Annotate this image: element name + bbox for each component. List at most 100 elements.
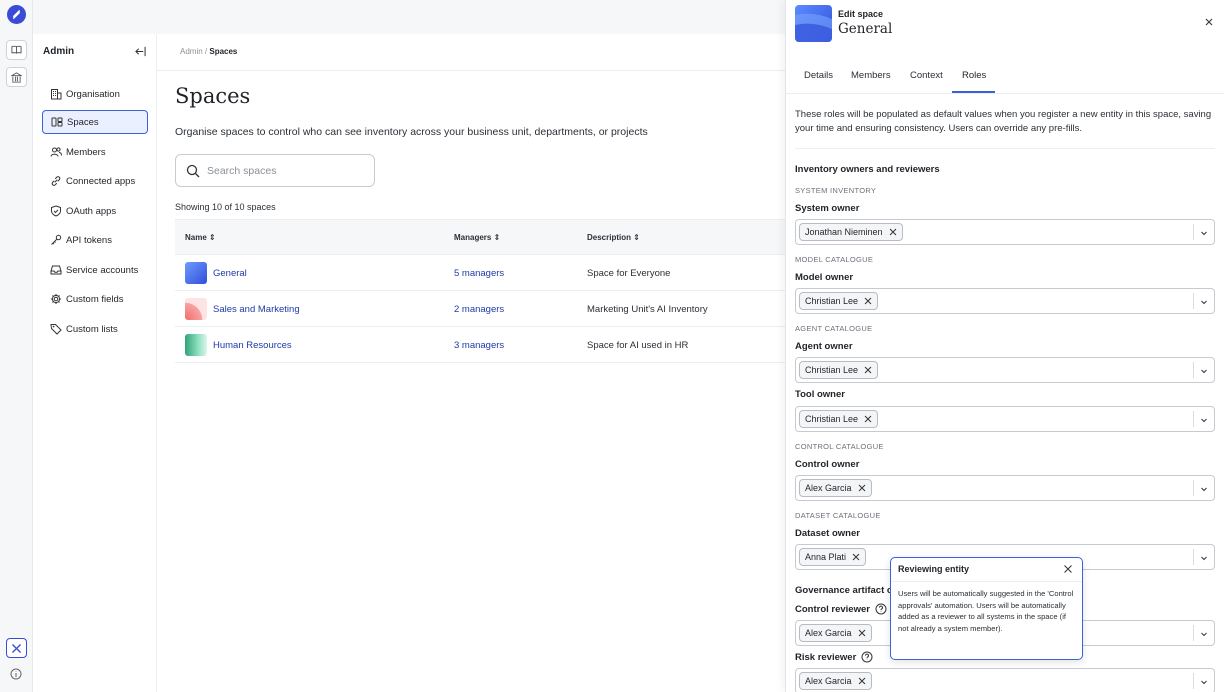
space-name-link[interactable]: Sales and Marketing [213,304,300,315]
managers-link[interactable]: 5 managers [454,268,504,279]
remove-icon[interactable] [864,297,872,305]
space-avatar [795,5,832,42]
space-description: Marketing Unit's AI Inventory [587,304,708,315]
help-icon[interactable] [875,603,887,615]
model-owner-select[interactable]: Christian Lee [795,288,1215,314]
control-owner-select[interactable]: Alex Garcia [795,475,1215,501]
sidebar-item-oauth-apps[interactable]: OAuth apps [42,199,148,223]
chevron-down-icon[interactable] [1199,484,1209,494]
section-heading: Governance artifact o [795,585,893,596]
tab-details[interactable]: Details [804,70,833,81]
close-icon[interactable] [1204,17,1214,27]
divider [891,581,1082,582]
chevron-down-icon[interactable] [1199,228,1209,238]
selected-user-chip: Christian Lee [799,361,879,379]
tab-roles[interactable]: Roles [962,70,986,81]
sidebar-item-custom-fields[interactable]: Custom fields [42,287,148,311]
tag-icon [50,324,62,335]
results-count: Showing 10 of 10 spaces [175,202,276,212]
spaces-icon [51,117,63,127]
remove-icon[interactable] [864,366,872,374]
field-label-text: Agent owner [795,341,853,352]
close-icon[interactable] [1063,564,1073,574]
sidebar-item-members[interactable]: Members [42,140,148,164]
category-label: AGENT CATALOGUE [795,324,873,333]
space-name-link[interactable]: Human Resources [213,340,292,351]
field-label: Control reviewer [795,603,887,615]
selected-user-chip: Christian Lee [799,410,879,428]
shield-icon [51,205,61,217]
space-name-link[interactable]: General [213,268,247,279]
chevron-down-icon[interactable] [1199,677,1209,687]
sidebar-item-label: Service accounts [66,264,139,276]
field-label-text: Control reviewer [795,603,870,615]
selected-user-chip: Christian Lee [799,292,879,310]
tool-owner-select[interactable]: Christian Lee [795,406,1215,432]
remove-icon[interactable] [858,629,866,637]
popover-title: Reviewing entity [898,564,970,574]
sidebar-item-organisation[interactable]: Organisation [42,82,148,106]
tab-members[interactable]: Members [851,70,891,81]
column-header-description[interactable]: Description ⇕ [587,233,640,242]
table-row[interactable]: General 5 managers Space for Everyone [175,255,785,291]
sidebar-item-label: Custom fields [66,293,124,305]
main-content: Admin / Spaces Spaces Organise spaces to… [157,34,785,692]
book-icon[interactable] [6,40,27,60]
category-label: CONTROL CATALOGUE [795,442,884,451]
risk-reviewer-select[interactable]: Alex Garcia [795,668,1215,692]
field-label-text: System owner [795,203,860,214]
managers-link[interactable]: 3 managers [454,340,504,351]
chevron-down-icon[interactable] [1199,629,1209,639]
link-icon [51,176,61,186]
selected-user-chip: Alex Garcia [799,479,872,497]
chevron-down-icon[interactable] [1199,415,1209,425]
field-label: Dataset owner [795,528,860,539]
help-icon[interactable] [861,651,873,663]
column-label: Managers [454,233,492,242]
breadcrumb: Admin / Spaces [180,47,237,56]
popover-body: Users will be automatically suggested in… [898,589,1074,633]
system-owner-select[interactable]: Jonathan Nieminen [795,219,1215,245]
sidebar-item-connected-apps[interactable]: Connected apps [42,169,148,193]
tools-icon[interactable] [6,638,27,658]
column-header-name[interactable]: Name ⇕ [185,233,216,242]
table-header: Name ⇕ Managers ⇕ Description ⇕ [175,219,785,255]
bank-icon[interactable] [6,67,27,87]
remove-icon[interactable] [858,484,866,492]
chevron-down-icon[interactable] [1199,553,1209,563]
space-description: Space for Everyone [587,268,671,279]
chevron-down-icon[interactable] [1199,297,1209,307]
collapse-sidebar-icon[interactable] [135,46,146,57]
table-row[interactable]: Human Resources 3 managers Space for AI … [175,327,785,363]
field-label: Agent owner [795,341,853,352]
app-logo-icon[interactable] [7,5,26,24]
breadcrumb-parent[interactable]: Admin [180,47,203,56]
agent-owner-select[interactable]: Christian Lee [795,357,1215,383]
search-input[interactable]: Search spaces [175,154,375,187]
space-avatar [185,262,207,284]
remove-icon[interactable] [858,677,866,685]
sidebar-item-api-tokens[interactable]: API tokens [42,228,148,252]
managers-link[interactable]: 2 managers [454,304,504,315]
chip-label: Christian Lee [805,296,859,306]
remove-icon[interactable] [864,415,872,423]
sidebar-item-service-accounts[interactable]: Service accounts [42,258,148,282]
chip-label: Alex Garcia [805,676,852,686]
chip-label: Alex Garcia [805,483,852,493]
sidebar-item-label: API tokens [66,234,112,246]
inbox-icon [50,265,62,275]
column-header-managers[interactable]: Managers ⇕ [454,233,500,242]
field-label: Control owner [795,459,859,470]
category-label: MODEL CATALOGUE [795,255,874,264]
table-row[interactable]: Sales and Marketing 2 managers Marketing… [175,291,785,327]
field-label-text: Control owner [795,459,860,470]
info-icon[interactable] [10,668,22,680]
chevron-down-icon[interactable] [1199,366,1209,376]
sidebar-item-custom-lists[interactable]: Custom lists [42,317,148,341]
sidebar-item-spaces[interactable]: Spaces [42,110,148,134]
remove-icon[interactable] [889,228,897,236]
tab-context[interactable]: Context [910,70,943,81]
sidebar-item-label: Members [66,146,106,158]
field-label: Model owner [795,272,853,283]
remove-icon[interactable] [852,553,860,561]
